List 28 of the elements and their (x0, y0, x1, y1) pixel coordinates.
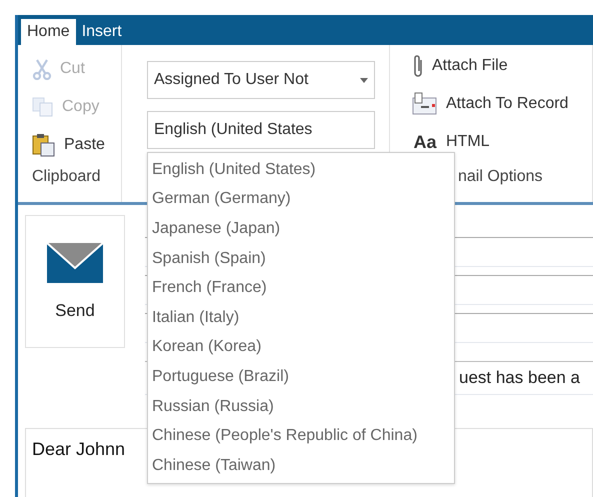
dropdown-option[interactable]: Spanish (Spain) (148, 244, 454, 274)
paste-button[interactable]: Paste (32, 126, 121, 164)
attach-record-button[interactable]: Attach To Record (412, 85, 592, 123)
ribbon-tab[interactable]: Home (21, 19, 76, 45)
language-field[interactable]: English (United States (147, 111, 375, 149)
scissors-icon (32, 58, 52, 80)
dropdown-option[interactable]: Italian (Italy) (148, 302, 454, 333)
attach-file-button[interactable]: Attach File (412, 47, 592, 85)
envelope-icon (47, 242, 103, 282)
document-icon (412, 92, 438, 116)
dropdown-option[interactable]: Korean (Korea) (148, 332, 454, 362)
dropdown-option[interactable]: Portuguese (Brazil) (148, 362, 454, 392)
dropdown-option[interactable]: Chinese (People's Republic of China) (148, 421, 454, 451)
dropdown-option[interactable]: Russian (Russia) (148, 392, 454, 422)
paperclip-icon (412, 53, 424, 79)
dropdown-option[interactable]: German (Germany) (148, 184, 454, 214)
caret-icon (360, 78, 368, 82)
dropdown-option[interactable]: Japanese (Japan) (148, 214, 454, 244)
clipboard-icon (32, 133, 56, 157)
dropdown-option[interactable]: French (France) (148, 273, 454, 303)
ribbon-tab[interactable]: Insert (76, 19, 128, 45)
group-label: Clipboard (32, 168, 102, 187)
group-label: nail Options (457, 168, 544, 187)
copy-icon (32, 97, 54, 117)
font-icon: Aa (412, 132, 438, 152)
dropdown-option[interactable]: Chinese (Taiwan) (148, 450, 454, 481)
template-dropdown[interactable]: Assigned To User Not (147, 61, 375, 99)
send-button[interactable]: Send (25, 215, 125, 348)
